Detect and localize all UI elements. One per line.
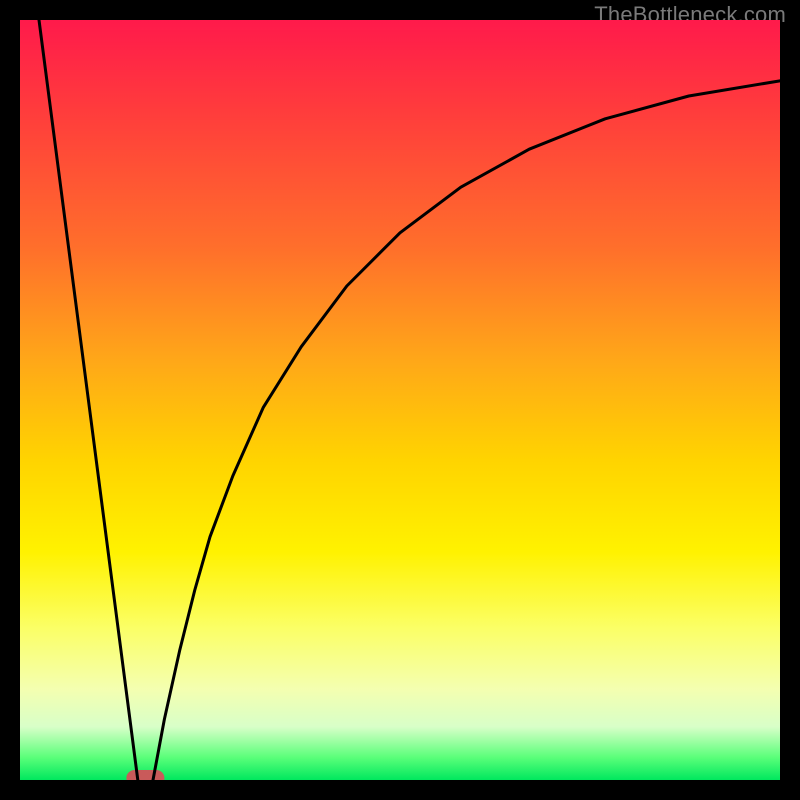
curve-right-branch: [153, 81, 780, 780]
plot-area: [20, 20, 780, 780]
bottleneck-marker: [126, 770, 164, 780]
curve-left-branch: [39, 20, 138, 780]
chart-frame: TheBottleneck.com: [0, 0, 800, 800]
chart-svg: [20, 20, 780, 780]
